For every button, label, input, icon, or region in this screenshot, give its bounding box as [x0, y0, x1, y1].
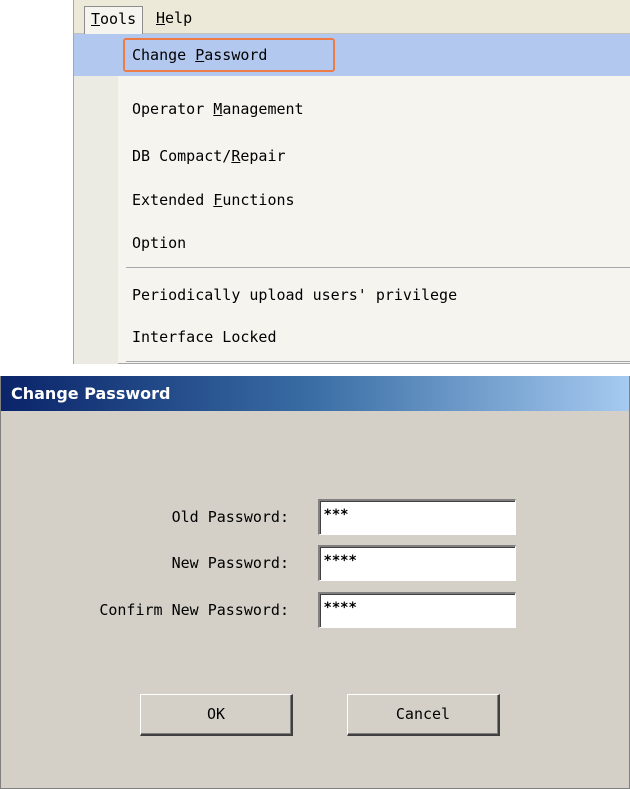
menu-icon-gutter: [74, 34, 118, 364]
menu-help-label: elp: [165, 9, 193, 27]
menu-item-text: Periodically upload users' privilege: [132, 286, 458, 304]
menu-item-text: Extended: [132, 191, 214, 209]
menu-tools[interactable]: Tools: [84, 6, 144, 34]
menu-item-option[interactable]: Option: [118, 222, 630, 264]
tools-menu-panel: Tools Help Change Password Operator Mana…: [73, 0, 630, 364]
menu-tools-mnemonic: T: [91, 10, 101, 28]
menu-item-interface-locked[interactable]: Interface Locked: [118, 316, 630, 358]
menu-item-operator-management[interactable]: Operator Management: [118, 88, 630, 130]
menu-bar: Tools Help: [74, 0, 630, 34]
dialog-title: Change Password: [11, 384, 171, 403]
new-password-input[interactable]: ****: [318, 545, 516, 581]
menu-help[interactable]: Help: [150, 6, 198, 30]
menu-item-periodically-upload[interactable]: Periodically upload users' privilege: [118, 274, 630, 316]
menu-separator: [126, 361, 630, 362]
new-password-label: New Password:: [171, 554, 289, 572]
dialog-titlebar[interactable]: Change Password: [1, 376, 629, 411]
menu-item-text: Option: [132, 234, 187, 252]
menu-help-mnemonic: H: [156, 9, 166, 27]
old-password-input[interactable]: ***: [318, 499, 516, 535]
menu-item-text: unctions: [222, 191, 295, 209]
confirm-password-label: Confirm New Password:: [99, 601, 289, 619]
menu-item-text: anagement: [222, 100, 304, 118]
old-password-label: Old Password:: [171, 508, 289, 526]
ok-button[interactable]: OK: [140, 694, 293, 736]
focus-highlight-box: [123, 38, 335, 72]
menu-separator: [126, 267, 630, 268]
menu-item-change-password[interactable]: Change Password: [74, 34, 630, 76]
menu-item-extended-functions[interactable]: Extended Functions: [118, 179, 630, 221]
menu-tools-label: ools: [100, 10, 137, 28]
menu-item-mnemonic: M: [213, 100, 223, 118]
menu-item-mnemonic: F: [213, 191, 223, 209]
menu-item-db-compact-repair[interactable]: DB Compact/Repair: [118, 135, 630, 177]
menu-item-text: epair: [240, 147, 286, 165]
cancel-button[interactable]: Cancel: [347, 694, 500, 736]
confirm-password-input[interactable]: ****: [318, 592, 516, 628]
menu-item-text: Interface Locked: [132, 328, 277, 346]
menu-item-text: DB Compact/: [132, 147, 232, 165]
change-password-dialog: Change Password Old Password: *** New Pa…: [0, 376, 630, 789]
menu-item-text: Operator: [132, 100, 214, 118]
